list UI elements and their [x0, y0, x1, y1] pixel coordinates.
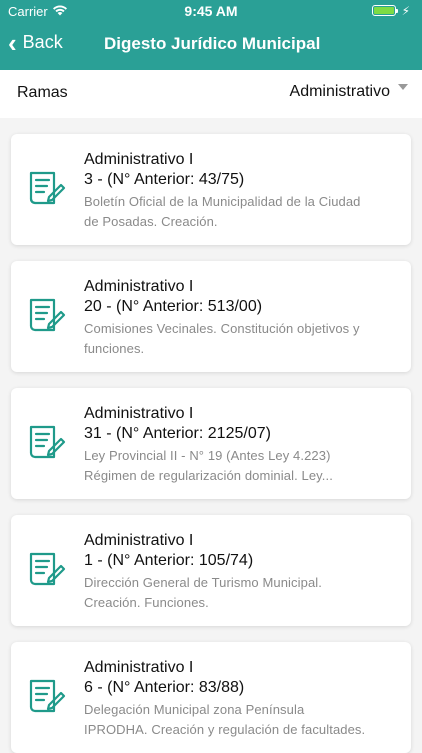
- document-edit-icon: [25, 167, 67, 209]
- document-edit-icon: [25, 548, 67, 590]
- list-item[interactable]: Administrativo I 31 - (N° Anterior: 2125…: [11, 388, 411, 499]
- item-number: 1 - (N° Anterior: 105/74): [84, 552, 254, 569]
- page-title: Digesto Jurídico Municipal: [104, 34, 321, 53]
- item-number: 6 - (N° Anterior: 83/88): [84, 679, 245, 696]
- dropdown-caret-icon: [398, 84, 408, 90]
- status-bar: Carrier 9:45 AM ⚡: [0, 0, 422, 22]
- battery-icon: [372, 5, 398, 16]
- document-edit-icon: [25, 294, 67, 336]
- item-branch: Administrativo I: [84, 659, 194, 676]
- item-branch: Administrativo I: [84, 532, 194, 549]
- item-number: 3 - (N° Anterior: 43/75): [84, 171, 245, 188]
- back-button[interactable]: ‹ Back: [8, 27, 63, 58]
- item-description: Dirección General de Turismo Municipal. …: [84, 575, 322, 610]
- nav-bar: ‹ Back Digesto Jurídico Municipal: [0, 22, 422, 66]
- item-number: 31 - (N° Anterior: 2125/07): [84, 425, 271, 442]
- item-description: Ley Provincial II - N° 19 (Antes Ley 4.2…: [84, 448, 333, 483]
- branch-select-value: Administrativo: [289, 83, 390, 100]
- item-branch: Administrativo I: [84, 151, 194, 168]
- list-item[interactable]: Administrativo I 1 - (N° Anterior: 105/7…: [11, 515, 411, 626]
- document-edit-icon: [25, 421, 67, 463]
- document-edit-icon: [25, 675, 67, 717]
- filter-label: Ramas: [17, 84, 68, 101]
- list-item[interactable]: Administrativo I 20 - (N° Anterior: 513/…: [11, 261, 411, 372]
- item-branch: Administrativo I: [84, 278, 194, 295]
- chevron-left-icon: ‹: [8, 27, 17, 58]
- list-item[interactable]: Administrativo I 6 - (N° Anterior: 83/88…: [11, 642, 411, 753]
- list-item[interactable]: Administrativo I 3 - (N° Anterior: 43/75…: [11, 134, 411, 245]
- app-header: Carrier 9:45 AM ⚡ ‹ Back Digesto Jurídic…: [0, 0, 422, 70]
- item-description: Comisiones Vecinales. Constitución objet…: [84, 321, 360, 356]
- status-time: 9:45 AM: [184, 3, 238, 19]
- item-number: 20 - (N° Anterior: 513/00): [84, 298, 263, 315]
- branch-select[interactable]: Administrativo: [290, 83, 408, 101]
- charging-bolt-icon: ⚡: [401, 4, 410, 18]
- item-branch: Administrativo I: [84, 405, 194, 422]
- item-description: Boletín Oficial de la Municipalidad de l…: [84, 194, 361, 229]
- back-label: Back: [22, 32, 63, 52]
- item-description: Delegación Municipal zona Península IPRO…: [84, 702, 366, 737]
- branch-filter-row: Ramas Administrativo: [0, 70, 422, 118]
